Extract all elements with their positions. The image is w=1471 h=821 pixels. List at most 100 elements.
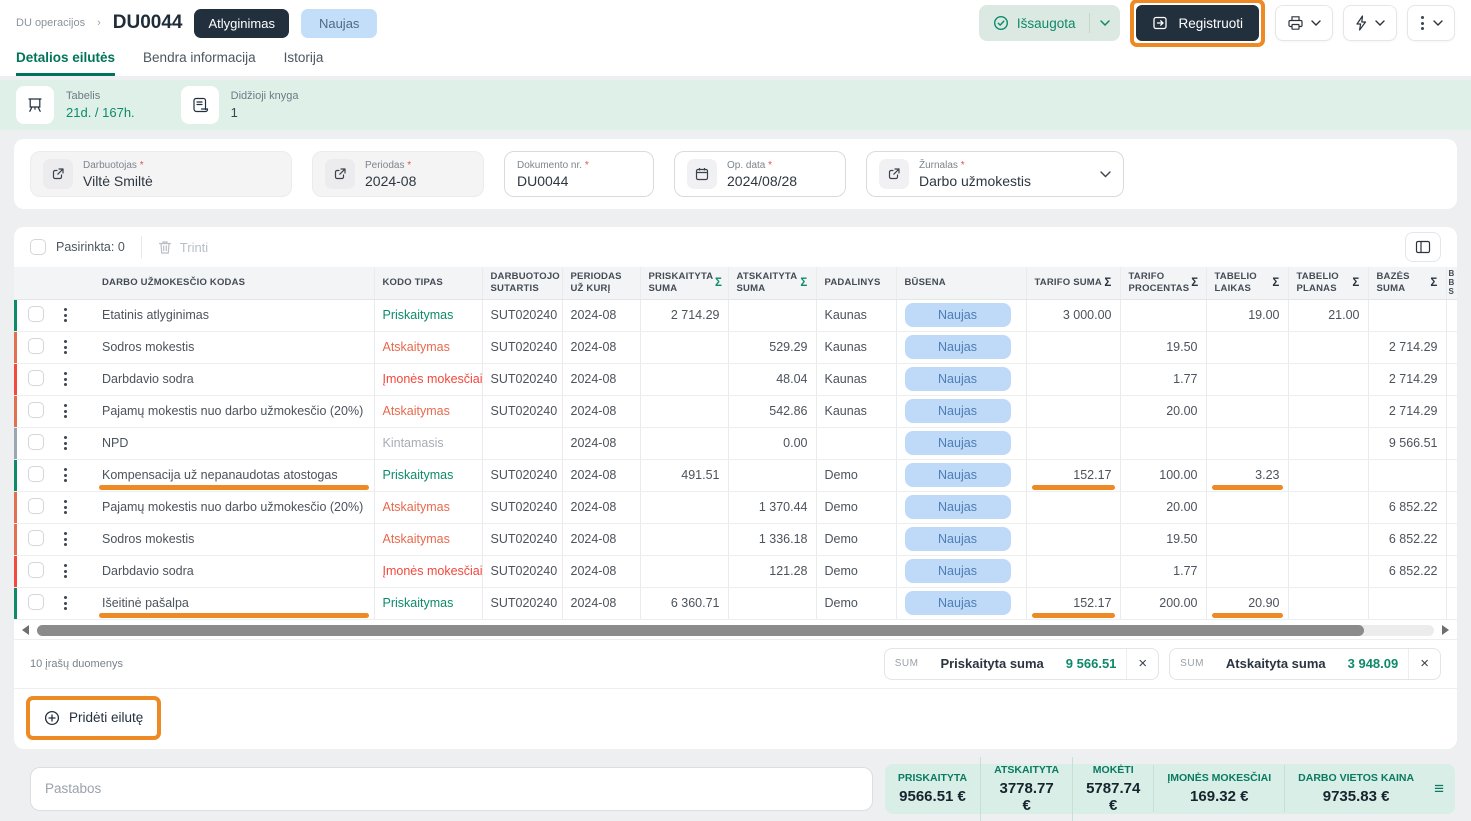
col-label: PADALINYS — [825, 277, 881, 289]
field--urnalas[interactable]: Žurnalas *Darbo užmokestis — [866, 151, 1124, 197]
row-menu-icon[interactable] — [62, 340, 90, 354]
sum-chip-1: SUMPriskaityta suma9 566.51× — [884, 648, 1159, 680]
col-department[interactable]: PADALINYS — [816, 267, 896, 299]
col-contract[interactable]: DARBUOTOJO SUTARTIS — [482, 267, 562, 299]
table-toolbar: Pasirinkta: 0 Trinti — [14, 227, 1457, 267]
col-header-content: DARBO UŽMOKESČIO KODAS — [102, 277, 366, 289]
row-checkbox[interactable] — [28, 498, 44, 514]
col-tab_time[interactable]: TABELIO LAIKASΣ — [1206, 267, 1288, 299]
annotation-underline — [99, 613, 369, 618]
row-checkbox[interactable] — [28, 402, 44, 418]
more-menu-button[interactable] — [1407, 5, 1455, 41]
row-menu-icon[interactable] — [62, 436, 90, 450]
col-tariff_sum[interactable]: TARIFO SUMAΣ — [1026, 267, 1120, 299]
col-label: ATSKAITYTA SUMA — [737, 271, 799, 295]
tab-2[interactable]: Bendra informacija — [143, 50, 256, 76]
col-label: PRISKAITYTA SUMA — [649, 271, 713, 295]
row-menu-icon[interactable] — [62, 564, 90, 578]
add-row-section: Pridėti eilutę — [14, 688, 1457, 749]
cell-checkbox — [14, 491, 58, 523]
col-tariff_pct[interactable]: TARIFO PROCENTASΣ — [1120, 267, 1206, 299]
notes-input[interactable] — [30, 767, 873, 811]
cell-tab_plan — [1288, 491, 1368, 523]
field-chevron-down-icon[interactable] — [1100, 171, 1111, 178]
delete-button[interactable]: Trinti — [158, 240, 208, 255]
columns-icon — [1415, 240, 1431, 254]
row-checkbox[interactable] — [28, 466, 44, 482]
row-checkbox[interactable] — [28, 370, 44, 386]
field-darbuotojas[interactable]: Darbuotojas *Viltė Smiltė — [30, 151, 292, 197]
row-menu-icon[interactable] — [62, 308, 90, 322]
bottombar: PRISKAITYTA9566.51 €ATSKAITYTA3778.77 €M… — [30, 764, 1455, 814]
row-menu-icon[interactable] — [62, 532, 90, 546]
row-menu-icon[interactable] — [62, 500, 90, 514]
select-all-checkbox[interactable] — [30, 239, 46, 255]
col-type[interactable]: KODO TIPAS — [374, 267, 482, 299]
row-menu-icon[interactable] — [62, 404, 90, 418]
cell-deducted: 542.86 — [728, 395, 816, 427]
col-base_sum[interactable]: BAZĖS SUMAΣ — [1368, 267, 1446, 299]
row-checkbox[interactable] — [28, 434, 44, 450]
row-checkbox[interactable] — [28, 594, 44, 610]
row-menu-icon[interactable] — [62, 372, 90, 386]
sum-chip-close-icon[interactable]: × — [1408, 649, 1440, 679]
col-label: TABELIO PLANAS — [1297, 271, 1351, 295]
col-stub[interactable]: B B S — [1446, 267, 1457, 299]
summary-label: ĮMONĖS MOKESČIAI — [1167, 772, 1271, 784]
plus-circle-icon — [44, 710, 60, 726]
col-header-content: BŪSENA — [905, 277, 1018, 289]
annotation-underline — [1212, 613, 1283, 618]
cell-tab_plan — [1288, 555, 1368, 587]
row-checkbox[interactable] — [28, 338, 44, 354]
cell-code: Darbdavio sodra — [94, 555, 374, 587]
register-button[interactable]: Registruoti — [1136, 5, 1259, 41]
column-settings-button[interactable] — [1405, 232, 1441, 262]
tab-3[interactable]: Istorija — [284, 50, 324, 76]
field-value: Darbo užmokestis — [919, 173, 1031, 189]
summary-menu-icon[interactable]: ≡ — [1427, 779, 1451, 799]
breadcrumb[interactable]: DU operacijos — [16, 17, 85, 29]
row-menu-icon[interactable] — [62, 596, 90, 610]
saved-chevron-down-icon[interactable] — [1089, 13, 1120, 33]
tab-1[interactable]: Detalios eilutės — [16, 50, 115, 76]
table-row: Sodros mokestisAtskaitymasSUT0202402024-… — [14, 523, 1457, 555]
table-info-row: 10 įrašų duomenys SUMPriskaityta suma9 5… — [14, 639, 1457, 688]
scroll-right-arrow[interactable] — [1442, 625, 1449, 635]
row-checkbox[interactable] — [28, 306, 44, 322]
status-badge: Naujas — [905, 559, 1011, 583]
required-asterisk: * — [961, 160, 965, 171]
cell-tariff_pct: 1.77 — [1120, 555, 1206, 587]
field-op-data[interactable]: Op. data *2024/08/28 — [674, 151, 846, 197]
row-checkbox[interactable] — [28, 530, 44, 546]
field-dokumento-nr-[interactable]: Dokumento nr. *DU0044 — [504, 151, 654, 197]
col-deducted[interactable]: ATSKAITYTA SUMAΣ — [728, 267, 816, 299]
field-periodas[interactable]: Periodas *2024-08 — [312, 151, 484, 197]
summary-item-4: ĮMONĖS MOKESČIAI169.32 € — [1153, 765, 1284, 812]
summary-item-2: ATSKAITYTA3778.77 € — [980, 757, 1072, 821]
cell-deducted: 0.00 — [728, 427, 816, 459]
col-period[interactable]: PERIODAS UŽ KURĮ — [562, 267, 640, 299]
col-accrued[interactable]: PRISKAITYTA SUMAΣ — [640, 267, 728, 299]
add-row-button[interactable]: Pridėti eilutę — [32, 702, 155, 734]
col-label: TARIFO PROCENTAS — [1129, 271, 1190, 295]
sum-chip-value: 9 566.51 — [1056, 649, 1127, 679]
cell-type: Priskaitymas — [374, 299, 482, 331]
col-status[interactable]: BŪSENA — [896, 267, 1026, 299]
sum-chip-close-icon[interactable]: × — [1126, 649, 1158, 679]
annotation-underline — [1212, 485, 1283, 490]
sum-chip-value: 3 948.09 — [1338, 649, 1409, 679]
actions-button[interactable] — [1343, 5, 1397, 41]
row-menu-icon[interactable] — [62, 468, 90, 482]
cell-tariff_pct: 19.50 — [1120, 331, 1206, 363]
cell-tab_plan: 21.00 — [1288, 299, 1368, 331]
print-button[interactable] — [1275, 5, 1333, 41]
scrollbar-thumb[interactable] — [37, 625, 1364, 636]
saved-button[interactable]: Išsaugota — [979, 5, 1121, 41]
col-code[interactable]: DARBO UŽMOKESČIO KODAS — [94, 267, 374, 299]
col-tab_plan[interactable]: TABELIO PLANASΣ — [1288, 267, 1368, 299]
cell-contract: SUT020240 — [482, 331, 562, 363]
sum-chip-tag: SUM — [1170, 649, 1214, 679]
row-checkbox[interactable] — [28, 562, 44, 578]
scroll-left-arrow[interactable] — [22, 625, 29, 635]
scrollbar-track[interactable] — [37, 625, 1434, 636]
